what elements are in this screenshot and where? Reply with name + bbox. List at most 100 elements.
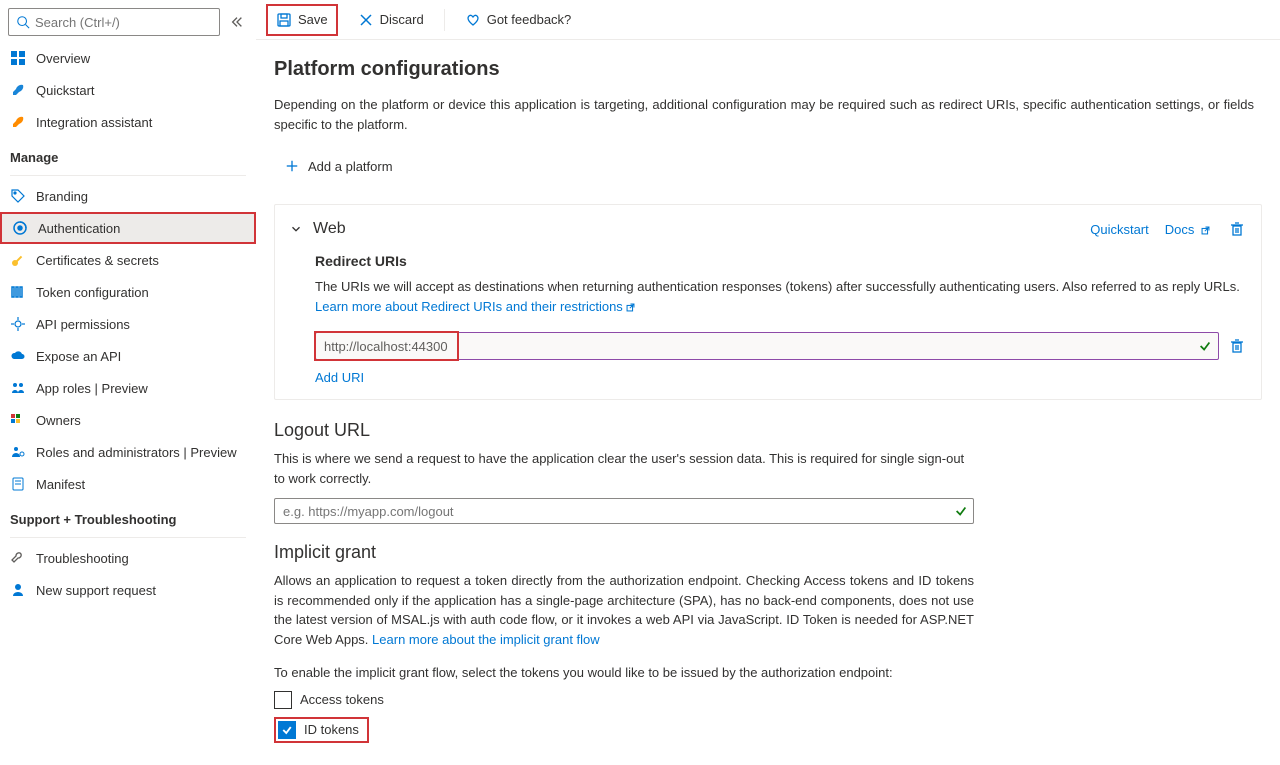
web-panel: Web Quickstart Docs Redirect URIs The UR… <box>274 204 1262 400</box>
redirect-desc-text: The URIs we will accept as destinations … <box>315 279 1240 294</box>
id-tokens-checkbox[interactable] <box>278 721 296 739</box>
manifest-icon <box>10 476 26 492</box>
nav-label: Authentication <box>38 221 120 236</box>
sidebar-item-troubleshooting[interactable]: Troubleshooting <box>0 542 256 574</box>
save-icon <box>276 12 292 28</box>
heart-icon <box>465 12 481 28</box>
platform-desc: Depending on the platform or device this… <box>274 95 1254 134</box>
nav-label: Token configuration <box>36 285 149 300</box>
logout-url-input[interactable] <box>274 498 974 524</box>
sidebar-item-owners[interactable]: Owners <box>0 404 256 436</box>
rocket-orange-icon <box>10 114 26 130</box>
sidebar-item-overview[interactable]: Overview <box>0 42 256 74</box>
grid-icon <box>10 50 26 66</box>
id-tokens-label: ID tokens <box>304 722 359 737</box>
docs-label: Docs <box>1165 222 1195 237</box>
sidebar-item-integration-assistant[interactable]: Integration assistant <box>0 106 256 138</box>
toolbar-separator <box>444 9 445 31</box>
sidebar-item-app-roles[interactable]: App roles | Preview <box>0 372 256 404</box>
sidebar-item-api-permissions[interactable]: API permissions <box>0 308 256 340</box>
access-tokens-label: Access tokens <box>300 692 384 707</box>
nav-divider <box>10 537 246 538</box>
owners-icon <box>10 412 26 428</box>
logout-title: Logout URL <box>274 420 1262 441</box>
nav-divider <box>10 175 246 176</box>
support-icon <box>10 582 26 598</box>
token-icon <box>10 284 26 300</box>
nav-label: Certificates & secrets <box>36 253 159 268</box>
nav-label: Manifest <box>36 477 85 492</box>
web-title: Web <box>313 220 346 238</box>
search-input[interactable] <box>35 15 213 30</box>
cloud-icon <box>10 348 26 364</box>
web-docs-link[interactable]: Docs <box>1165 222 1211 237</box>
implicit-learn-link[interactable]: Learn more about the implicit grant flow <box>372 632 600 647</box>
main: Save Discard Got feedback? Platform conf… <box>256 0 1280 765</box>
wrench-icon <box>10 550 26 566</box>
plus-icon <box>284 158 300 174</box>
collapse-sidebar-button[interactable] <box>226 11 248 33</box>
nav-label: Expose an API <box>36 349 121 364</box>
access-tokens-checkbox[interactable] <box>274 691 292 709</box>
nav-label: App roles | Preview <box>36 381 148 396</box>
nav-label: Owners <box>36 413 81 428</box>
roles-icon <box>10 380 26 396</box>
check-icon <box>1198 339 1212 353</box>
sidebar-item-certificates[interactable]: Certificates & secrets <box>0 244 256 276</box>
sidebar-item-token-configuration[interactable]: Token configuration <box>0 276 256 308</box>
nav-label: Overview <box>36 51 90 66</box>
web-quickstart-link[interactable]: Quickstart <box>1090 222 1149 237</box>
auth-icon <box>12 220 28 236</box>
implicit-desc: Allows an application to request a token… <box>274 571 974 649</box>
tag-icon <box>10 188 26 204</box>
save-label: Save <box>298 12 328 27</box>
search-icon <box>15 14 31 30</box>
sidebar-item-quickstart[interactable]: Quickstart <box>0 74 256 106</box>
redirect-uri-input[interactable] <box>324 339 1210 354</box>
discard-button[interactable]: Discard <box>350 6 432 34</box>
nav-label: New support request <box>36 583 156 598</box>
sidebar-item-authentication[interactable]: Authentication <box>0 212 256 244</box>
add-platform-button[interactable]: Add a platform <box>274 152 1262 180</box>
sidebar-item-branding[interactable]: Branding <box>0 180 256 212</box>
redirect-link-text: Learn more about Redirect URIs and their… <box>315 299 623 314</box>
redirect-uri-input-wrap <box>315 332 1219 360</box>
nav-label: Integration assistant <box>36 115 152 130</box>
platform-title: Platform configurations <box>274 58 1262 81</box>
save-button[interactable]: Save <box>268 6 336 34</box>
nav-group-support: Support + Troubleshooting <box>0 500 256 533</box>
redirect-learn-link[interactable]: Learn more about Redirect URIs and their… <box>315 299 636 314</box>
logout-desc: This is where we send a request to have … <box>274 449 974 488</box>
nav-label: Troubleshooting <box>36 551 129 566</box>
implicit-title: Implicit grant <box>274 542 1262 563</box>
check-icon <box>954 504 968 518</box>
nav-label: API permissions <box>36 317 130 332</box>
sidebar-item-expose-api[interactable]: Expose an API <box>0 340 256 372</box>
nav-label: Roles and administrators | Preview <box>36 445 237 460</box>
key-icon <box>10 252 26 268</box>
nav-label: Branding <box>36 189 88 204</box>
sidebar-item-manifest[interactable]: Manifest <box>0 468 256 500</box>
redirect-uris-title: Redirect URIs <box>289 253 1247 269</box>
nav-label: Quickstart <box>36 83 95 98</box>
chevron-down-icon[interactable] <box>289 222 303 236</box>
nav-group-manage: Manage <box>0 138 256 171</box>
implicit-enable-text: To enable the implicit grant flow, selec… <box>274 663 974 683</box>
delete-web-button[interactable] <box>1227 219 1247 239</box>
toolbar: Save Discard Got feedback? <box>256 0 1280 40</box>
add-platform-label: Add a platform <box>308 159 393 174</box>
delete-uri-button[interactable] <box>1227 336 1247 356</box>
feedback-label: Got feedback? <box>487 12 572 27</box>
add-uri-link[interactable]: Add URI <box>315 370 364 385</box>
discard-label: Discard <box>380 12 424 27</box>
feedback-button[interactable]: Got feedback? <box>457 6 580 34</box>
sidebar: Overview Quickstart Integration assistan… <box>0 0 256 765</box>
sidebar-item-new-support[interactable]: New support request <box>0 574 256 606</box>
sidebar-search[interactable] <box>8 8 220 36</box>
api-icon <box>10 316 26 332</box>
close-icon <box>358 12 374 28</box>
admin-icon <box>10 444 26 460</box>
sidebar-item-roles-admins[interactable]: Roles and administrators | Preview <box>0 436 256 468</box>
rocket-icon <box>10 82 26 98</box>
redirect-uris-desc: The URIs we will accept as destinations … <box>289 277 1247 316</box>
